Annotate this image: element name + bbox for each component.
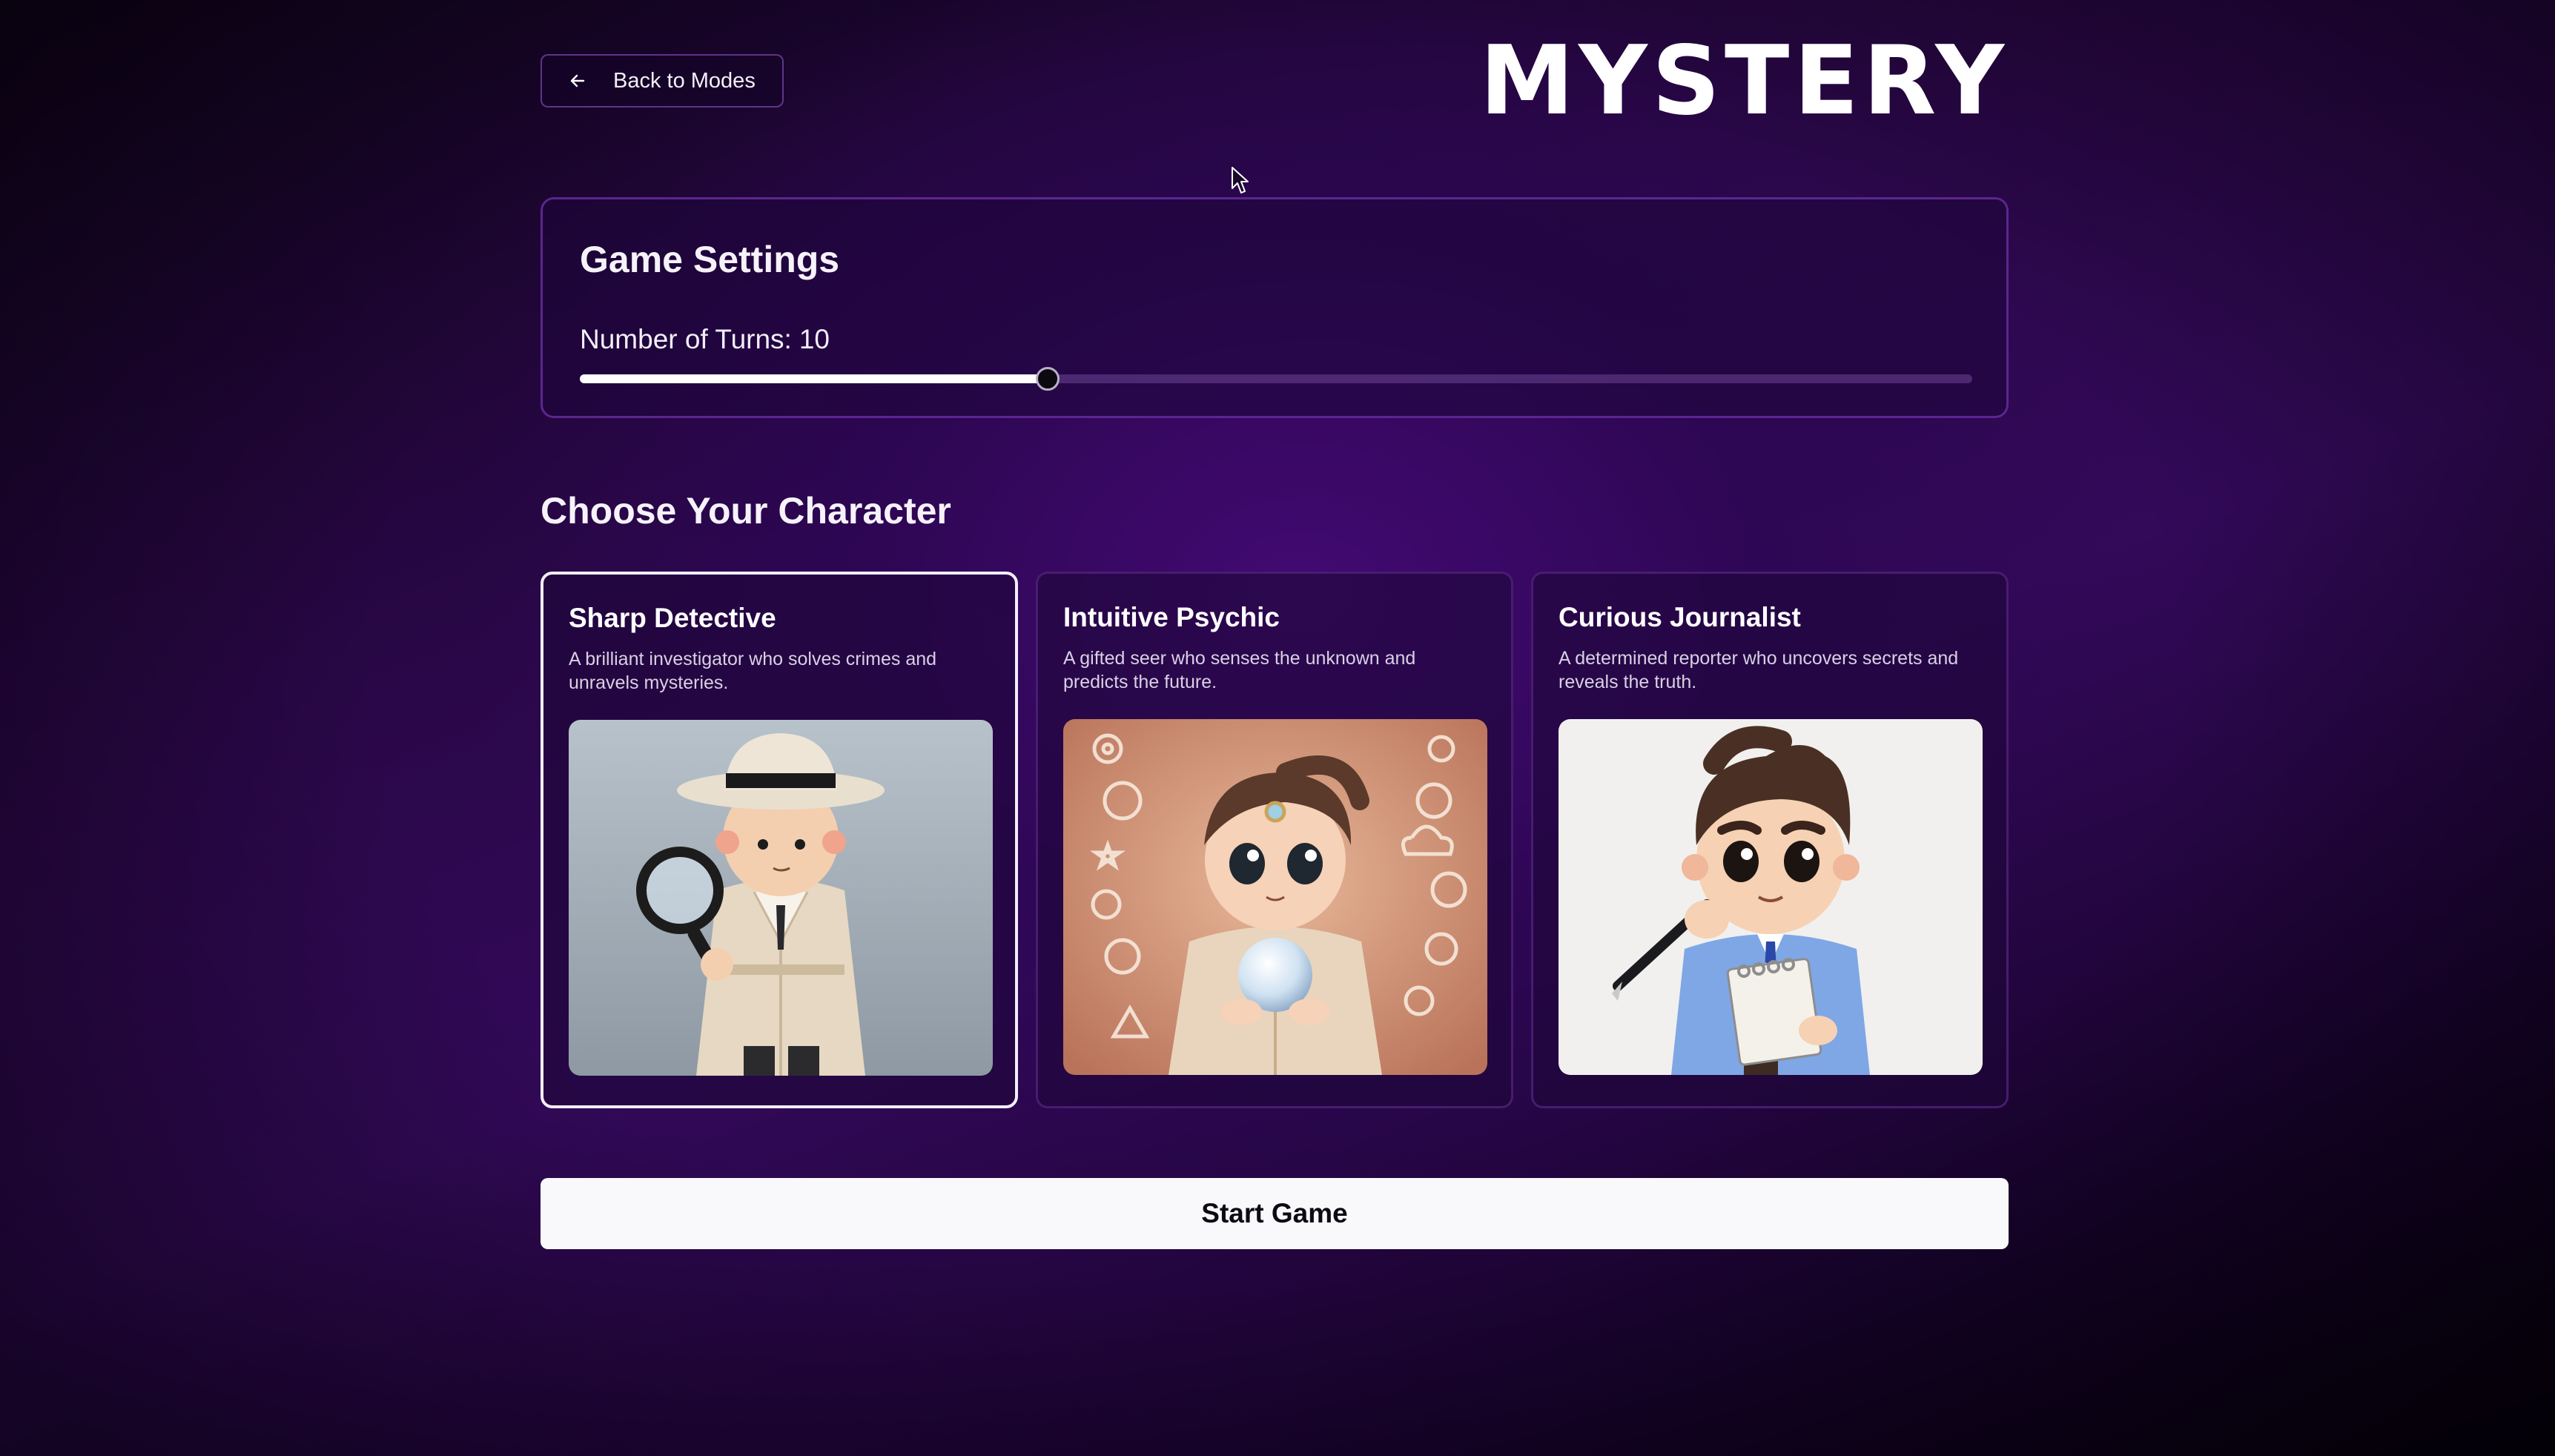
character-description: A determined reporter who uncovers secre…	[1559, 648, 1959, 692]
slider-fill	[580, 374, 1048, 383]
character-name: Curious Journalist	[1559, 602, 1801, 632]
arrow-left-icon	[567, 70, 588, 91]
settings-title: Game Settings	[580, 239, 840, 280]
character-description: A brilliant investigator who solves crim…	[569, 649, 937, 693]
turns-label-text: Number of Turns:	[580, 324, 792, 354]
start-game-button[interactable]: Start Game	[541, 1178, 2009, 1249]
mouse-cursor-icon	[1232, 167, 1249, 193]
slider-thumb[interactable]	[1036, 367, 1060, 391]
game-settings-panel: Game Settings Number of Turns: 10	[541, 197, 2009, 418]
character-name: Sharp Detective	[569, 603, 776, 633]
turns-label: Number of Turns: 10	[580, 324, 830, 355]
back-to-modes-button[interactable]: Back to Modes	[541, 54, 784, 107]
turns-value: 10	[799, 324, 830, 354]
mystery-setup-page: Back to Modes MYSTERY Game Settings Numb…	[541, 0, 2009, 1456]
character-name: Intuitive Psychic	[1063, 602, 1280, 632]
character-cards: Sharp Detective A brilliant investigator…	[541, 572, 2009, 1108]
character-description: A gifted seer who senses the unknown and…	[1063, 648, 1416, 692]
psychic-icon	[1063, 719, 1487, 1075]
character-card-detective[interactable]: Sharp Detective A brilliant investigator…	[541, 572, 1018, 1108]
journalist-icon	[1559, 719, 1983, 1075]
back-to-modes-label: Back to Modes	[613, 68, 756, 93]
game-title: MYSTERY	[1479, 26, 2009, 136]
turns-slider[interactable]	[580, 367, 1972, 391]
character-card-psychic[interactable]: Intuitive Psychic A gifted seer who sens…	[1036, 572, 1513, 1108]
choose-character-title: Choose Your Character	[541, 490, 951, 532]
detective-icon	[569, 720, 993, 1076]
character-card-journalist[interactable]: Curious Journalist A determined reporter…	[1531, 572, 2009, 1108]
